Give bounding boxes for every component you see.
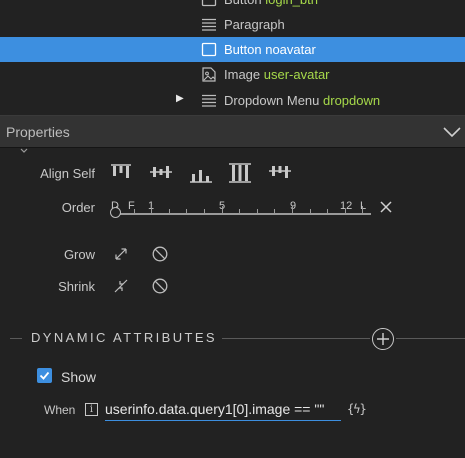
grow-label: Grow bbox=[63, 247, 95, 262]
slider-tick bbox=[133, 209, 135, 213]
tree-item-user-avatar[interactable]: Image user-avatar bbox=[0, 62, 465, 87]
tree-item-login-btn[interactable]: Button login_btn bbox=[0, 0, 465, 12]
order-tick-label: 9 bbox=[290, 200, 297, 212]
align-stretch-icon[interactable] bbox=[228, 163, 252, 183]
grow-icon[interactable] bbox=[113, 246, 129, 262]
button-icon bbox=[201, 0, 217, 7]
slider-tick bbox=[327, 209, 329, 213]
order-slider-track[interactable] bbox=[116, 213, 371, 215]
tree-item-label: Dropdown Menu dropdown bbox=[224, 93, 381, 108]
add-dynamic-attribute-button[interactable] bbox=[372, 328, 394, 350]
image-icon bbox=[202, 67, 216, 82]
slider-tick bbox=[292, 206, 293, 213]
section-divider bbox=[222, 338, 370, 339]
order-slider-thumb[interactable] bbox=[110, 207, 121, 218]
slider-tick bbox=[168, 209, 170, 213]
show-checkbox[interactable] bbox=[37, 368, 52, 383]
order-label: Order bbox=[61, 200, 95, 215]
align-center-icon[interactable] bbox=[149, 164, 173, 180]
tree-item-noavatar[interactable]: Button noavatar bbox=[0, 37, 465, 62]
close-icon[interactable] bbox=[380, 201, 392, 213]
order-tick-label: 12 bbox=[340, 200, 353, 212]
chevron-down-icon[interactable] bbox=[443, 125, 461, 139]
bind-data-icon[interactable]: {ϟ} bbox=[347, 402, 367, 416]
dynamic-attributes-title: DYNAMIC ATTRIBUTES bbox=[31, 330, 217, 345]
align-start-icon[interactable] bbox=[110, 163, 132, 179]
slider-tick bbox=[344, 209, 346, 213]
paragraph-icon bbox=[202, 18, 216, 31]
disabled-icon[interactable] bbox=[152, 246, 168, 262]
expand-caret-icon[interactable]: ▶ bbox=[176, 93, 184, 104]
shrink-icon[interactable] bbox=[113, 278, 129, 294]
when-label: When bbox=[44, 403, 76, 417]
checkmark-icon bbox=[39, 371, 50, 380]
tree-item-label: Paragraph bbox=[224, 17, 285, 32]
align-self-label: Align Self bbox=[40, 166, 95, 181]
slider-tick bbox=[256, 209, 258, 213]
condition-expression-input[interactable] bbox=[105, 398, 341, 421]
element-tree: Button login_btn Paragraph Button noavat… bbox=[0, 0, 465, 115]
slider-tick bbox=[362, 206, 364, 213]
tree-item-dropdown[interactable]: ▶ Dropdown Menu dropdown bbox=[0, 88, 465, 113]
tree-item-label: Button login_btn bbox=[224, 0, 318, 7]
shrink-label: Shrink bbox=[58, 279, 95, 294]
slider-tick bbox=[204, 209, 205, 213]
info-icon[interactable]: i bbox=[85, 403, 98, 416]
properties-header[interactable]: Properties bbox=[0, 115, 465, 148]
plus-icon bbox=[377, 333, 389, 345]
disabled-icon[interactable] bbox=[152, 278, 168, 294]
button-icon bbox=[201, 42, 217, 57]
slider-tick bbox=[239, 209, 241, 213]
paragraph-icon bbox=[202, 94, 216, 107]
tree-item-label: Image user-avatar bbox=[224, 67, 330, 82]
tree-item-label: Button noavatar bbox=[224, 42, 316, 57]
slider-tick bbox=[309, 209, 311, 213]
properties-title: Properties bbox=[6, 124, 70, 140]
tree-item-paragraph[interactable]: Paragraph bbox=[0, 12, 465, 37]
section-divider bbox=[10, 338, 22, 339]
slider-tick bbox=[186, 209, 188, 213]
slider-tick bbox=[274, 209, 276, 213]
align-end-icon[interactable] bbox=[189, 167, 213, 183]
slider-tick bbox=[221, 206, 223, 213]
align-baseline-icon[interactable] bbox=[268, 164, 292, 180]
section-divider bbox=[396, 338, 465, 339]
chevron-down-icon[interactable] bbox=[20, 148, 28, 154]
slider-tick bbox=[151, 206, 153, 213]
show-label: Show bbox=[61, 369, 97, 385]
